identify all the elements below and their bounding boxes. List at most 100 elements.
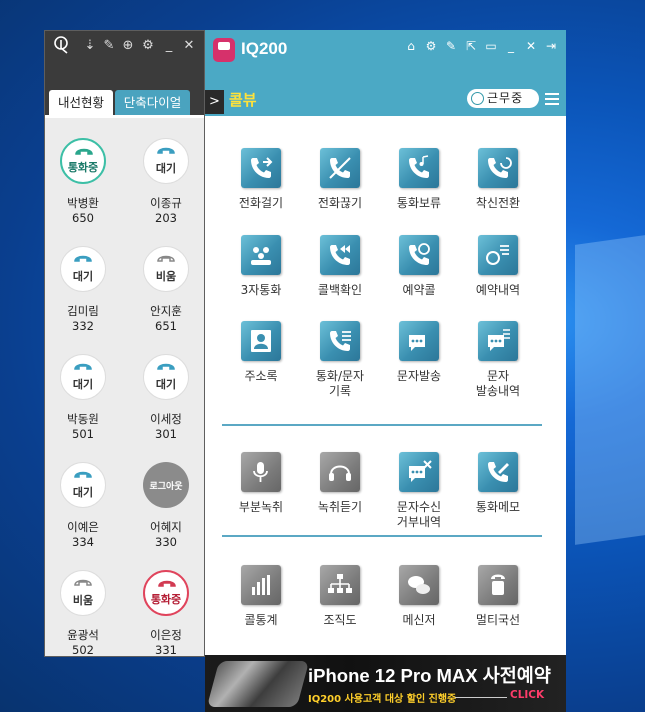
extension-name: 김미림 — [67, 304, 99, 318]
call-stats-icon — [241, 565, 281, 605]
function-partial-record[interactable]: 부분녹취 — [221, 452, 301, 515]
download-icon[interactable]: ⇣ — [82, 37, 98, 55]
banner-click-button[interactable]: CLICK — [510, 689, 544, 701]
close-icon[interactable]: ✕ — [523, 38, 539, 54]
extension-item[interactable]: 통화중박병환 650 — [53, 138, 113, 226]
extension-status: 대기 — [72, 270, 94, 283]
function-label: 전화걸기 — [238, 196, 284, 210]
extension-status: 통화중 — [67, 161, 99, 174]
extension-name: 박병환 — [67, 196, 99, 210]
monitor-icon[interactable]: ▭ — [483, 38, 499, 54]
home-icon[interactable]: ⌂ — [403, 38, 419, 54]
minimize-icon[interactable]: _ — [503, 38, 519, 54]
extension-item[interactable]: 비움 윤광석 502 — [53, 570, 113, 658]
extension-number: 650 — [72, 211, 94, 225]
callback-icon — [320, 235, 360, 275]
phone-icon — [74, 363, 92, 370]
extension-status-circle: 대기 — [143, 354, 189, 400]
minimize-icon[interactable]: _ — [161, 37, 177, 55]
conference-icon — [241, 235, 281, 275]
export-icon[interactable]: ⇱ — [463, 38, 479, 54]
function-reserve-list[interactable]: 예약내역 — [458, 235, 538, 298]
reserve-list-icon — [478, 235, 518, 275]
extension-item[interactable]: 대기 이세정 301 — [136, 354, 196, 442]
expand-panel-button[interactable]: > — [205, 90, 224, 114]
function-call-log[interactable]: 통화/문자 기록 — [300, 321, 380, 399]
function-phone-outgoing[interactable]: 전화걸기 — [221, 148, 301, 211]
extension-name: 윤광석 — [67, 628, 99, 642]
pin-icon[interactable]: ✎ — [443, 38, 459, 54]
extension-status-circle: 로그아웃 — [143, 462, 189, 508]
function-label: 조직도 — [323, 613, 357, 627]
close-icon[interactable]: ✕ — [181, 37, 197, 55]
extension-status-circle: 대기 — [143, 138, 189, 184]
function-label: 주소록 — [244, 369, 278, 383]
gear-icon[interactable]: ⚙ — [423, 38, 439, 54]
extension-name: 이예은 — [67, 520, 99, 534]
phone-hangup-icon — [320, 148, 360, 188]
gear-icon[interactable]: ⚙ — [140, 37, 156, 55]
pointer-logo-icon[interactable] — [53, 35, 73, 59]
function-messenger[interactable]: 메신저 — [379, 565, 459, 628]
function-address-book[interactable]: 주소록 — [221, 321, 301, 384]
function-reserve-call[interactable]: 예약콜 — [379, 235, 459, 298]
hamburger-menu-icon[interactable] — [545, 90, 559, 106]
function-label: 녹취듣기 — [317, 500, 363, 514]
extension-item[interactable]: 대기 이예은 334 — [53, 462, 113, 550]
extension-item[interactable]: 통화중 이은정 331 — [136, 570, 196, 658]
sms-send-icon — [399, 321, 439, 361]
phone-outgoing-icon — [241, 148, 281, 188]
tab-extension-status[interactable]: 내선현황 — [49, 90, 113, 116]
extension-number: 332 — [72, 319, 94, 333]
function-sms-history[interactable]: 문자 발송내역 — [458, 321, 538, 399]
banner-title: iPhone 12 Pro MAX 사전예약 — [308, 665, 551, 686]
promo-banner[interactable]: iPhone 12 Pro MAX 사전예약 IQ200 사용고객 대상 할인 … — [205, 655, 566, 712]
extension-grid: 통화중 박병환 650 대기 이종규 203 대기 김미림 332 비움 안지훈 651 대기 박동원 50… — [45, 115, 204, 658]
extension-panel-header: ⇣ ✎ ⊕ ⚙ _ ✕ 내선현황 단축다이얼 — [45, 31, 204, 116]
phone-icon — [158, 580, 176, 587]
function-listen-record[interactable]: 녹취듣기 — [300, 452, 380, 515]
call-log-icon — [320, 321, 360, 361]
function-phone-hold[interactable]: 통화보류 — [379, 148, 459, 211]
function-multi-line[interactable]: 멀티국선 — [458, 565, 538, 628]
function-label: 부분녹취 — [238, 500, 284, 514]
extension-name: 어혜지 — [150, 520, 182, 534]
divider — [222, 424, 542, 426]
logout-icon[interactable]: ⇥ — [543, 38, 559, 54]
function-call-forward[interactable]: 착신전환 — [458, 148, 538, 211]
extension-panel: ⇣ ✎ ⊕ ⚙ _ ✕ 내선현황 단축다이얼 통화중박병환 650 대기 이종규 203… — [44, 30, 205, 657]
function-phone-hangup[interactable]: 전화끊기 — [300, 148, 380, 211]
extension-item[interactable]: 대기김미림 332 — [53, 246, 113, 334]
function-sms-send[interactable]: 문자발송 — [379, 321, 459, 384]
function-org-chart[interactable]: 조직도 — [300, 565, 380, 628]
callview-panel: IQ200 ⌂ ⚙ ✎ ⇱ ▭ _ ✕ ⇥ > 콜뷰 근무중 전화걸기 전화끊기 통… — [205, 30, 566, 712]
extension-item[interactable]: 대기 이종규 203 — [136, 138, 196, 226]
extension-status-circle: 비움 — [60, 570, 106, 616]
extension-status: 로그아웃 — [149, 482, 183, 492]
tab-speed-dial[interactable]: 단축다이얼 — [115, 90, 190, 116]
reserve-call-icon — [399, 235, 439, 275]
banner-line — [455, 697, 507, 698]
divider — [222, 535, 542, 537]
work-status-toggle[interactable]: 근무중 — [467, 89, 539, 108]
phone-hold-icon — [399, 148, 439, 188]
function-conference[interactable]: 3자통화 — [221, 235, 301, 298]
extension-item[interactable]: 로그아웃 어혜지 330 — [136, 462, 196, 550]
phone-icon — [157, 363, 175, 370]
phone-icon — [75, 148, 93, 155]
function-callback[interactable]: 콜백확인 — [300, 235, 380, 298]
extension-item[interactable]: 비움 안지훈 651 — [136, 246, 196, 334]
listen-record-icon — [320, 452, 360, 492]
pin-icon[interactable]: ✎ — [101, 37, 117, 55]
function-label: 예약내역 — [475, 283, 521, 297]
partial-record-icon — [241, 452, 281, 492]
extension-number: 501 — [72, 427, 94, 441]
add-icon[interactable]: ⊕ — [120, 37, 136, 55]
extension-status-circle: 대기 — [60, 354, 106, 400]
section-title: 콜뷰 — [229, 91, 257, 109]
function-call-stats[interactable]: 콜통계 — [221, 565, 301, 628]
function-sms-block[interactable]: 문자수신 거부내역 — [379, 452, 459, 530]
phone-icon — [74, 255, 92, 262]
extension-item[interactable]: 대기 박동원 501 — [53, 354, 113, 442]
function-call-memo[interactable]: 통화메모 — [458, 452, 538, 515]
